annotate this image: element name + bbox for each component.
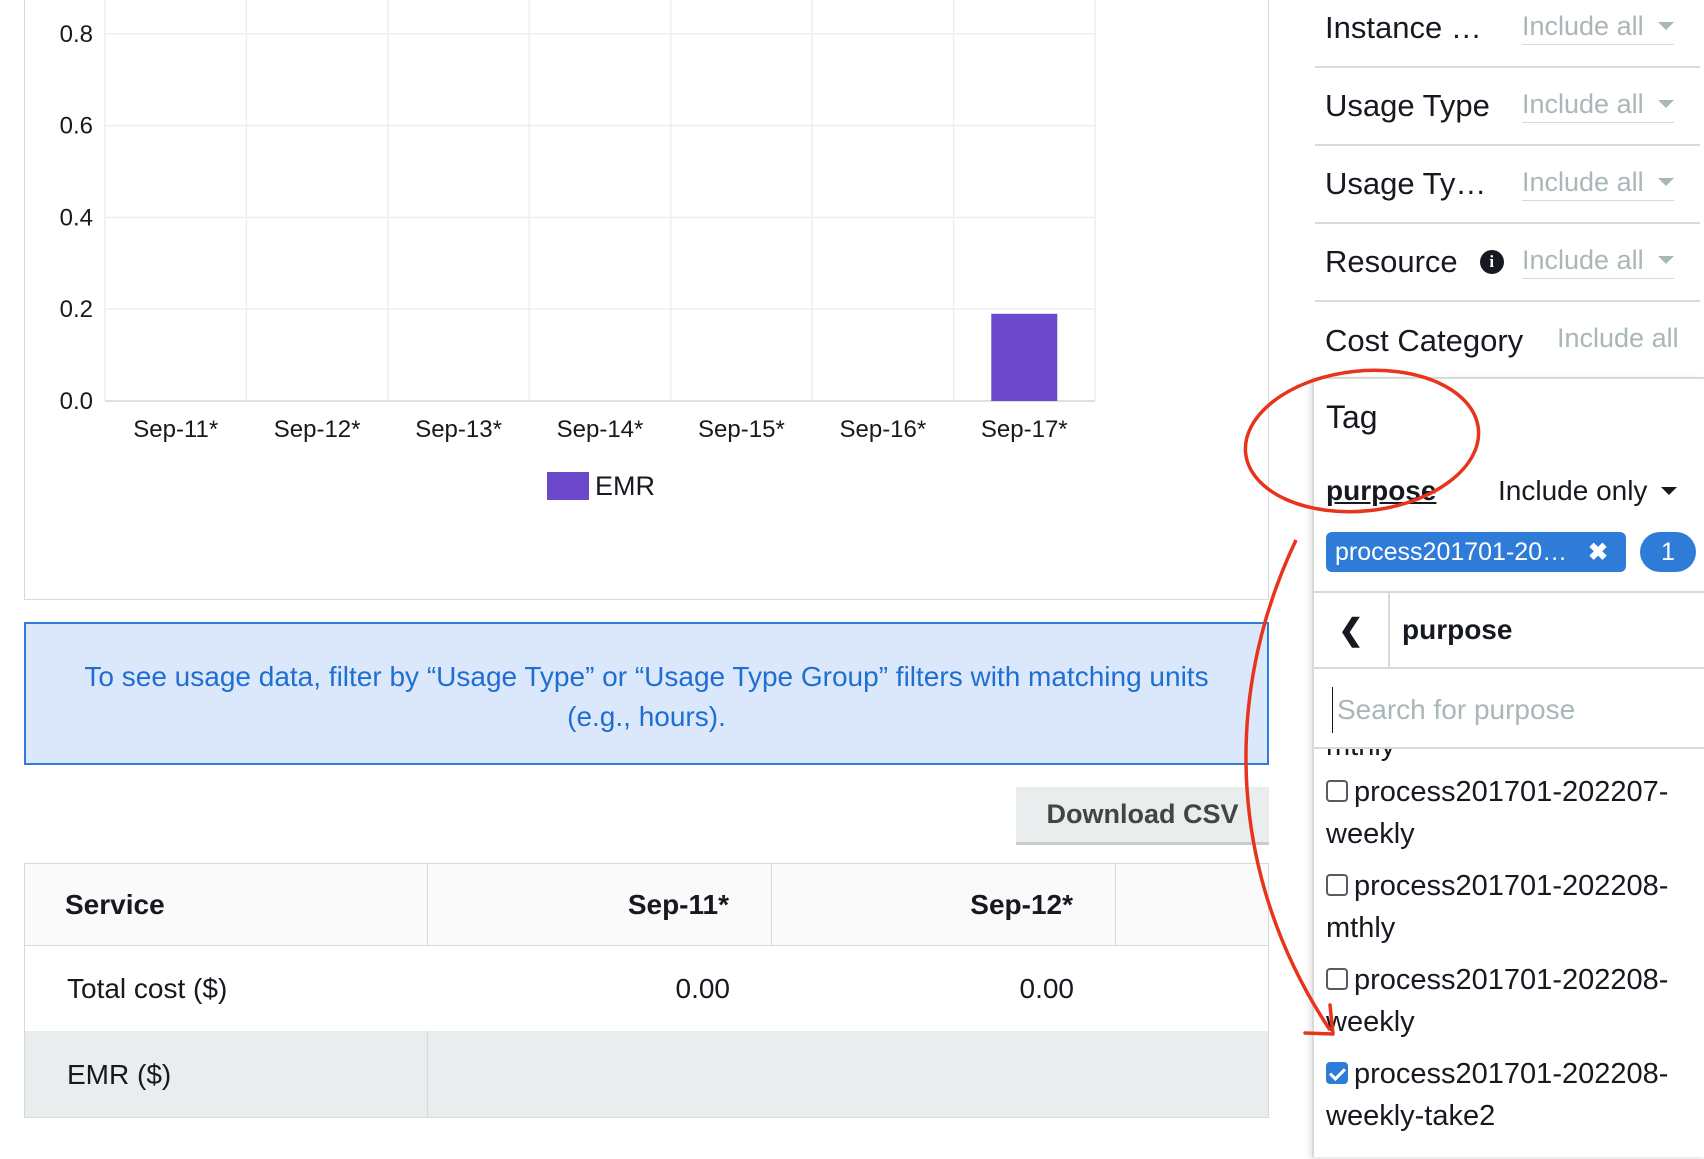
- filter-label: Instance …: [1325, 10, 1482, 45]
- filter-label: Cost Category: [1325, 323, 1524, 358]
- list-item[interactable]: mthly: [1326, 749, 1696, 767]
- filter-cost-category[interactable]: Cost Category Include all: [1315, 302, 1700, 380]
- filter-usage-type-group[interactable]: Usage Ty… Include all: [1315, 146, 1700, 224]
- checkbox[interactable]: [1326, 968, 1348, 991]
- list-item[interactable]: process201701-202208- weekly-take2: [1326, 1053, 1696, 1137]
- cost-chart-panel: 0.0 0.2 0.4 0.6 0.8 Sep-11* Sep-12* Sep-13* Sep-…: [24, 0, 1269, 600]
- option-label: process201701-202207-: [1354, 776, 1669, 808]
- filter-value-dropdown[interactable]: Include all: [1522, 86, 1674, 123]
- filter-value-text: Include all: [1522, 10, 1644, 41]
- option-label: process201701-202208-: [1354, 964, 1669, 996]
- col-header-service[interactable]: Service: [25, 864, 428, 945]
- col-header-sep-12[interactable]: Sep-12*: [772, 864, 1116, 945]
- tag-mode-text: Include only: [1498, 475, 1648, 506]
- option-label: process201701-202208-: [1354, 1058, 1669, 1090]
- x-tick-label: Sep-16*: [839, 416, 926, 443]
- tag-value-list: mthly process201701-202207- weekly proces…: [1314, 749, 1704, 1159]
- chevron-left-icon: ❮: [1338, 613, 1364, 647]
- cost-table: Service Sep-11* Sep-12* Total cost ($) 0…: [24, 863, 1269, 1118]
- tag-values-title: purpose: [1402, 614, 1513, 645]
- x-tick-label: Sep-14*: [557, 416, 644, 443]
- x-tick-label: Sep-11*: [133, 416, 218, 443]
- row-label-emr: EMR ($): [25, 1031, 428, 1117]
- filter-value-text: Include all: [1522, 88, 1644, 119]
- info-icon[interactable]: i: [1479, 250, 1504, 274]
- search-input[interactable]: [1332, 687, 1679, 733]
- chevron-down-icon: [1657, 256, 1674, 264]
- chip-label: process201701-202…: [1335, 537, 1580, 566]
- x-tick-label: Sep-12*: [274, 416, 361, 443]
- filter-usage-type[interactable]: Usage Type Include all: [1315, 68, 1700, 146]
- close-icon[interactable]: ✖: [1588, 538, 1608, 567]
- chevron-down-icon: [1657, 178, 1674, 186]
- col-header-sep-11[interactable]: Sep-11*: [428, 864, 772, 945]
- tag-mode-dropdown[interactable]: Include only: [1498, 475, 1678, 507]
- col-header-next: [1116, 864, 1268, 945]
- selected-tag-chip: process201701-202… ✖: [1326, 532, 1626, 572]
- filter-instance-type[interactable]: Instance … Include all: [1315, 0, 1700, 68]
- usage-info-banner: To see usage data, filter by “Usage Type…: [24, 622, 1269, 765]
- row-label-total-cost: Total cost ($): [67, 972, 228, 1004]
- checkbox-checked[interactable]: [1326, 1062, 1348, 1085]
- filter-value-dropdown[interactable]: Include all: [1522, 164, 1674, 201]
- tag-values-header: ❮ purpose: [1314, 591, 1704, 669]
- table-row: Total cost ($) 0.00 0.00: [25, 946, 1268, 1031]
- checkbox[interactable]: [1326, 780, 1348, 803]
- cell-emr-sep-11: [428, 1031, 772, 1117]
- y-tick-label: 0.8: [60, 21, 93, 48]
- info-text-line2: (e.g., hours).: [567, 701, 726, 732]
- option-label: weekly: [1326, 1006, 1415, 1038]
- cell-emr-sep-12: [772, 1031, 1116, 1117]
- tag-search-box: [1314, 669, 1704, 749]
- chevron-down-icon: [1657, 22, 1674, 30]
- option-label: weekly: [1326, 818, 1415, 850]
- list-item[interactable]: process201701-202207- weekly: [1326, 771, 1696, 855]
- tag-key-link[interactable]: purpose: [1326, 475, 1436, 507]
- option-label: process201701-202208-: [1354, 870, 1669, 902]
- cell-total-sep-11: 0.00: [675, 972, 731, 1004]
- legend-swatch: [547, 472, 589, 500]
- chevron-down-icon: [1661, 487, 1678, 495]
- checkbox[interactable]: [1326, 874, 1348, 897]
- y-tick-label: 0.0: [60, 388, 93, 415]
- y-tick-label: 0.2: [60, 296, 93, 323]
- y-tick-label: 0.6: [60, 113, 93, 140]
- filter-value-dropdown[interactable]: Include all: [1522, 242, 1674, 279]
- option-label: mthly: [1326, 912, 1396, 944]
- x-tick-label: Sep-13*: [415, 416, 502, 443]
- filter-value-text: Include all: [1522, 244, 1644, 275]
- table-header-row: Service Sep-11* Sep-12*: [25, 864, 1268, 946]
- filter-value-text: Include all: [1522, 166, 1644, 197]
- filter-value-text: Include all: [1557, 322, 1679, 353]
- filter-label-text: Resource: [1325, 244, 1458, 279]
- option-label: weekly-take2: [1326, 1100, 1496, 1132]
- back-button[interactable]: ❮: [1314, 593, 1390, 667]
- y-tick-label: 0.4: [60, 204, 93, 231]
- bar-emr: [991, 313, 1058, 401]
- filter-label: Resource i: [1325, 224, 1504, 300]
- filter-resource[interactable]: Resource i Include all: [1315, 224, 1700, 302]
- filter-label: Usage Ty…: [1325, 166, 1487, 201]
- info-text-line1: To see usage data, filter by “Usage Type…: [84, 661, 1209, 692]
- list-item[interactable]: process201701-202208- weekly: [1326, 959, 1696, 1043]
- x-tick-label: Sep-15*: [698, 416, 785, 443]
- tag-filter-panel: Tag purpose Include only process201701-2…: [1312, 377, 1704, 1157]
- filter-value-dropdown[interactable]: Include all: [1557, 320, 1679, 356]
- selected-count-badge[interactable]: 1: [1640, 532, 1696, 572]
- chevron-down-icon: [1657, 100, 1674, 108]
- download-csv-button[interactable]: Download CSV: [1016, 787, 1269, 845]
- filter-label: Usage Type: [1325, 88, 1490, 123]
- legend-label: EMR: [595, 471, 655, 501]
- x-tick-label: Sep-17*: [981, 416, 1068, 443]
- table-row: EMR ($): [25, 1031, 1268, 1117]
- cost-bar-chart: 0.0 0.2 0.4 0.6 0.8 Sep-11* Sep-12* Sep-13* Sep-…: [60, 0, 1096, 501]
- list-item[interactable]: process201701-202208- mthly: [1326, 865, 1696, 949]
- filter-value-dropdown[interactable]: Include all: [1522, 8, 1674, 45]
- cell-total-sep-12: 0.00: [1019, 972, 1075, 1004]
- tag-filter-title: Tag: [1326, 399, 1378, 435]
